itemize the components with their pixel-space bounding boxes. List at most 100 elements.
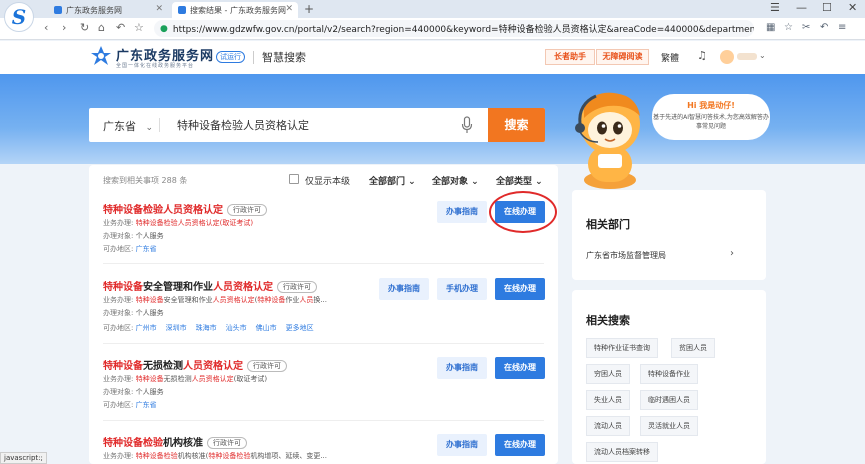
- department-filter[interactable]: 全部部门 ⌄: [369, 174, 416, 187]
- business-value[interactable]: 人员: [299, 296, 313, 304]
- area-link[interactable]: 珠海市: [196, 324, 217, 332]
- new-tab-icon[interactable]: +: [304, 2, 314, 16]
- business-value[interactable]: 特种设备检验人员资格认定(取证考试): [136, 219, 253, 227]
- star-icon[interactable]: ☆: [784, 22, 793, 33]
- more-icon[interactable]: ≡: [838, 22, 846, 33]
- business-value[interactable]: 无损检测: [164, 375, 192, 383]
- online-button[interactable]: 在线办理: [495, 278, 545, 300]
- target-filter[interactable]: 全部对象 ⌄: [432, 174, 479, 187]
- filter-label: 全部类型: [496, 177, 533, 187]
- elder-assistant-button[interactable]: 长者助手: [545, 49, 595, 65]
- browser-tab-2[interactable]: 搜索结果 - 广东政务服务网 ✕: [172, 2, 298, 18]
- online-button[interactable]: 在线办理: [495, 434, 545, 456]
- chevron-down-icon: ⌄: [535, 177, 543, 187]
- area-link[interactable]: 广东省: [136, 401, 157, 409]
- business-value[interactable]: 特种设备检验: [208, 452, 250, 460]
- avatar[interactable]: [720, 50, 734, 64]
- chevron-right-icon[interactable]: ›: [730, 248, 734, 259]
- close-tab-icon[interactable]: ✕: [285, 4, 293, 14]
- business-value[interactable]: 特种设备: [257, 296, 285, 304]
- related-search-chip[interactable]: 贫困人员: [671, 338, 715, 358]
- minimize-icon[interactable]: —: [796, 1, 807, 14]
- search-input[interactable]: 特种设备检验人员资格认定: [177, 117, 309, 133]
- result-title[interactable]: 特种设备检验机构核准 行政许可: [103, 434, 247, 449]
- area-link[interactable]: 佛山市: [256, 324, 277, 332]
- related-search-chip[interactable]: 灵活就业人员: [640, 416, 698, 436]
- area-link[interactable]: 广东省: [136, 245, 157, 253]
- business-value[interactable]: (取证考试): [234, 375, 267, 383]
- region-select[interactable]: 广东省 ⌄: [103, 118, 153, 134]
- maximize-icon[interactable]: ☐: [822, 1, 832, 14]
- field-label: 办理对象:: [103, 388, 134, 396]
- result-title[interactable]: 特种设备检验人员资格认定 行政许可: [103, 201, 267, 216]
- related-department-title: 相关部门: [586, 218, 630, 231]
- microphone-icon[interactable]: [461, 116, 473, 134]
- field-label: 业务办理:: [103, 219, 134, 227]
- target-line: 办理对象: 个人服务: [103, 308, 164, 318]
- bell-icon[interactable]: ♫: [697, 49, 707, 62]
- local-only-label[interactable]: 仅显示本级: [305, 174, 350, 187]
- guide-button[interactable]: 办事指南: [437, 434, 487, 456]
- business-value[interactable]: 特种设备检验: [136, 452, 178, 460]
- guide-button[interactable]: 办事指南: [379, 278, 429, 300]
- chevron-down-icon: ⌄: [145, 123, 154, 133]
- related-search-chip[interactable]: 特种设备作业: [640, 364, 698, 384]
- area-line: 可办地区: 广东省: [103, 400, 166, 410]
- department-link[interactable]: 广东省市场监督管理局: [586, 250, 666, 261]
- area-link[interactable]: 深圳市: [166, 324, 187, 332]
- title-text: 机构核准: [163, 438, 203, 449]
- url-field[interactable]: ● https://www.gdzwfw.gov.cn/portal/v2/se…: [154, 20, 754, 37]
- grid-icon[interactable]: ▦: [766, 22, 775, 33]
- target-value: 个人服务: [135, 388, 164, 396]
- local-only-checkbox[interactable]: [289, 174, 299, 184]
- guide-button[interactable]: 办事指南: [437, 357, 487, 379]
- result-title[interactable]: 特种设备无损检测人员资格认定 行政许可: [103, 357, 287, 372]
- bookmark-icon[interactable]: ☆: [134, 21, 144, 34]
- url-text: https://www.gdzwfw.gov.cn/portal/v2/sear…: [172, 25, 754, 35]
- guide-button[interactable]: 办事指南: [437, 201, 487, 223]
- forward-icon[interactable]: ›: [62, 21, 66, 34]
- cut-icon[interactable]: ✂: [802, 22, 810, 33]
- online-button[interactable]: 在线办理: [495, 357, 545, 379]
- mascot-image[interactable]: [568, 84, 652, 190]
- business-value[interactable]: 机构核准(: [178, 452, 209, 460]
- result-type-tag: 行政许可: [247, 360, 287, 372]
- area-link[interactable]: 汕头市: [226, 324, 247, 332]
- mobile-button[interactable]: 手机办理: [437, 278, 487, 300]
- business-value[interactable]: 机构增项、延续、变更...: [250, 452, 327, 460]
- more-areas-link[interactable]: 更多地区: [286, 324, 314, 332]
- menu-icon[interactable]: ☰: [770, 1, 780, 14]
- business-value[interactable]: 特种设备: [136, 296, 164, 304]
- related-search-chip[interactable]: 流动人员: [586, 416, 630, 436]
- business-value[interactable]: 换...: [313, 296, 327, 304]
- business-value[interactable]: 人员资格认定: [213, 296, 255, 304]
- area-link[interactable]: 广州市: [136, 324, 157, 332]
- user-name[interactable]: [737, 53, 757, 60]
- type-filter[interactable]: 全部类型 ⌄: [496, 174, 543, 187]
- related-search-chip[interactable]: 穷困人员: [586, 364, 630, 384]
- business-value[interactable]: 人员资格认定: [192, 375, 234, 383]
- business-value[interactable]: 作业: [285, 296, 299, 304]
- field-label: 业务办理:: [103, 452, 134, 460]
- close-window-icon[interactable]: ✕: [848, 1, 857, 14]
- business-value[interactable]: 安全管理和作业: [164, 296, 213, 304]
- browser-tab-1[interactable]: 广东政务服务网 ✕: [48, 2, 168, 18]
- chevron-down-icon[interactable]: ⌄: [759, 51, 766, 60]
- related-search-chip[interactable]: 流动人员档案转移: [586, 442, 658, 462]
- result-title[interactable]: 特种设备安全管理和作业人员资格认定 行政许可: [103, 278, 317, 293]
- business-value[interactable]: 特种设备: [136, 375, 164, 383]
- side-panel: 相关部门 广东省市场监督管理局 › 相关搜索 特种作业证书查询 贫困人员 穷困人…: [572, 190, 766, 464]
- traditional-chinese-link[interactable]: 繁體: [661, 51, 679, 64]
- refresh-icon[interactable]: ↻: [80, 21, 89, 34]
- search-button[interactable]: 搜索: [488, 108, 545, 142]
- address-bar: ‹ › ↻ ⌂ ↶ ☆ ● https://www.gdzwfw.gov.cn/…: [0, 18, 865, 40]
- undo-icon[interactable]: ↶: [820, 22, 828, 33]
- related-search-chip[interactable]: 特种作业证书查询: [586, 338, 658, 358]
- related-search-chip[interactable]: 临时遇困人员: [640, 390, 698, 410]
- accessible-reading-button[interactable]: 无障碍阅读: [596, 49, 649, 65]
- related-search-chip[interactable]: 失业人员: [586, 390, 630, 410]
- home-icon[interactable]: ⌂: [98, 21, 105, 34]
- history-icon[interactable]: ↶: [116, 21, 125, 34]
- close-tab-icon[interactable]: ✕: [155, 4, 163, 14]
- back-icon[interactable]: ‹: [44, 21, 48, 34]
